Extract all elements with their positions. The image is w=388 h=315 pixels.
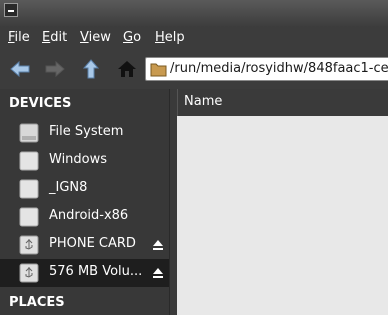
menu-bar: File Edit View Go Help (0, 27, 388, 49)
sidebar-item-label: 576 MB Volu... (49, 264, 143, 279)
sidebar-item-file-system[interactable]: File System (0, 119, 169, 147)
column-header-label: Name (184, 94, 223, 109)
home-icon (118, 61, 136, 77)
menu-go[interactable]: Go (123, 30, 141, 45)
sidebar-item-label: PHONE CARD (49, 236, 136, 251)
sidebar-item-android-x86[interactable]: Android-x86 (0, 203, 169, 231)
arrow-left-icon (10, 60, 30, 78)
usb-drive-icon (19, 263, 39, 283)
window-menu-button[interactable] (4, 3, 18, 17)
menu-file[interactable]: File (8, 30, 30, 45)
sidebar-item-label: _IGN8 (49, 180, 88, 195)
sidebar-item-windows[interactable]: Windows (0, 147, 169, 175)
drive-icon (19, 179, 39, 199)
back-button[interactable] (8, 57, 32, 81)
location-path: /run/media/rosyidhw/848faac1-cea (170, 61, 388, 76)
hard-drive-icon (19, 123, 39, 143)
sidebar-item-ign8[interactable]: _IGN8 (0, 175, 169, 203)
places-heading: PLACES (9, 295, 65, 310)
drive-icon (19, 151, 39, 171)
usb-drive-icon (19, 235, 39, 255)
forward-button[interactable] (43, 57, 67, 81)
menu-edit[interactable]: Edit (42, 30, 67, 45)
up-button[interactable] (79, 57, 103, 81)
sidebar-item-label: File System (49, 124, 124, 139)
toolbar: /run/media/rosyidhw/848faac1-cea (0, 49, 388, 89)
eject-icon[interactable] (152, 267, 164, 279)
devices-heading: DEVICES (9, 96, 72, 111)
drive-icon (19, 207, 39, 227)
pane-divider[interactable] (170, 89, 177, 315)
title-bar (0, 0, 388, 27)
column-header-name[interactable]: Name (177, 89, 388, 116)
menu-help[interactable]: Help (155, 30, 185, 45)
arrow-up-icon (82, 59, 100, 79)
sidebar-item-label: Android-x86 (49, 208, 129, 223)
file-list-pane[interactable]: Name (170, 89, 388, 315)
arrow-right-icon (45, 60, 65, 78)
sidebar: DEVICES File System Windows _IGN8 Androi… (0, 89, 170, 315)
menu-view[interactable]: View (80, 30, 111, 45)
sidebar-item-576mb-volume[interactable]: 576 MB Volu... (0, 259, 169, 287)
sidebar-item-label: Windows (49, 152, 108, 167)
sidebar-item-phone-card[interactable]: PHONE CARD (0, 231, 169, 259)
folder-icon (150, 63, 167, 77)
eject-icon[interactable] (152, 239, 164, 251)
home-button[interactable] (115, 57, 139, 81)
location-bar[interactable]: /run/media/rosyidhw/848faac1-cea (145, 57, 388, 81)
